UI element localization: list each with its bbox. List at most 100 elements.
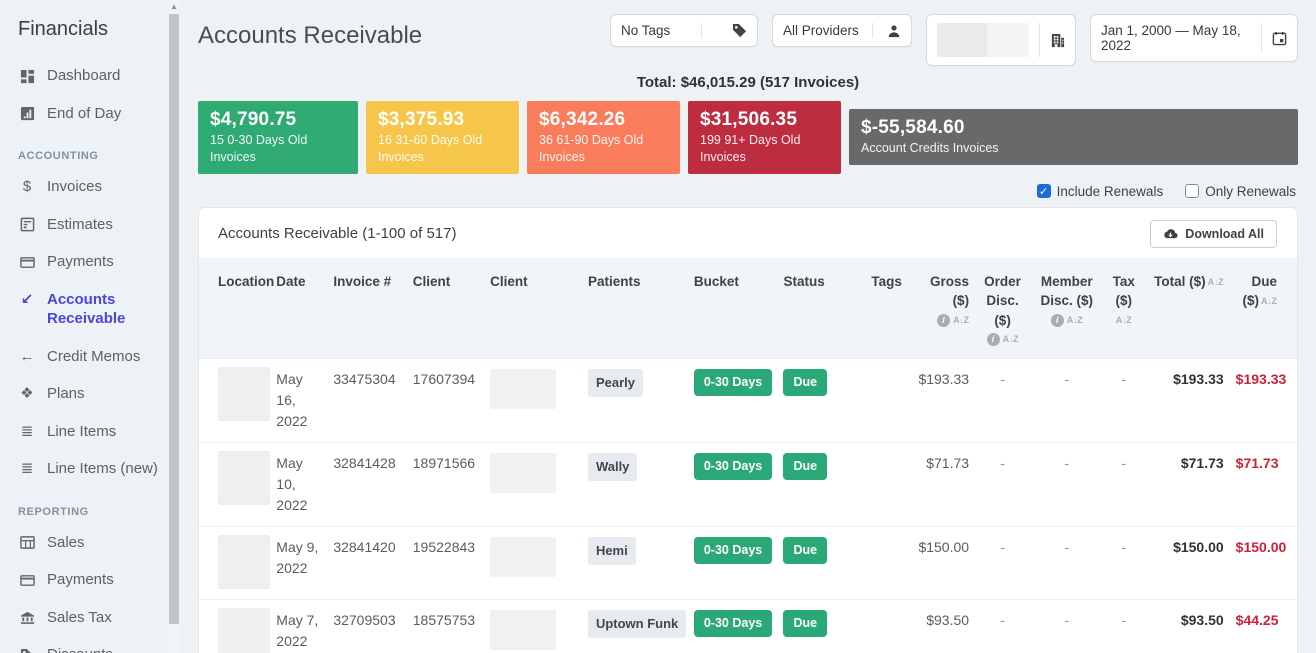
divider xyxy=(1039,23,1040,57)
sidebar-item-label: End of Day xyxy=(47,104,121,124)
table-row[interactable]: May 16, 2022 33475304 17607394 Pearly 0-… xyxy=(199,359,1297,443)
card-amount: $31,506.35 xyxy=(700,109,829,131)
redacted-location-cell xyxy=(218,451,270,505)
client-id-cell[interactable]: 19522843 xyxy=(407,527,484,600)
invoice-cell[interactable]: 32709503 xyxy=(327,600,406,653)
sidebar-section-accounting: ACCOUNTING xyxy=(18,150,168,162)
bucket-badge: 0-30 Days xyxy=(694,610,772,637)
col-client-id[interactable]: Client xyxy=(407,258,484,359)
bank-icon xyxy=(18,609,36,627)
col-location[interactable]: Location xyxy=(199,258,270,359)
sidebar-item-dashboard[interactable]: Dashboard xyxy=(16,57,168,95)
location-filter[interactable] xyxy=(926,14,1076,66)
sidebar-item-label: Sales Tax xyxy=(47,608,112,628)
credit-card-icon xyxy=(18,571,36,589)
total-cell: $93.50 xyxy=(1144,600,1230,653)
sidebar-item-sales[interactable]: Sales xyxy=(16,524,168,562)
sort-az-icon[interactable]: A↓Z xyxy=(1116,314,1132,327)
table-row[interactable]: May 7, 2022 32709503 18575753 Uptown Fun… xyxy=(199,600,1297,653)
col-invoice[interactable]: Invoice # xyxy=(327,258,406,359)
member-disc-cell: - xyxy=(1030,527,1103,600)
info-icon[interactable]: i xyxy=(1051,314,1064,327)
sidebar-item-line-items-new[interactable]: ≣ Line Items (new) xyxy=(16,450,168,488)
tags-filter[interactable]: No Tags xyxy=(610,14,758,47)
col-gross[interactable]: Gross ($) iA↓Z xyxy=(908,258,975,359)
sidebar-item-sales-tax[interactable]: Sales Tax xyxy=(16,599,168,637)
tags-cell xyxy=(863,359,908,443)
sidebar-item-end-of-day[interactable]: End of Day xyxy=(16,95,168,133)
sidebar-item-invoices[interactable]: $ Invoices xyxy=(16,168,168,206)
patient-pill[interactable]: Wally xyxy=(588,453,637,481)
col-tax[interactable]: Tax ($) A↓Z xyxy=(1103,258,1144,359)
sidebar-item-accounts-receivable[interactable]: ↙ Accounts Receivable xyxy=(16,281,168,338)
sidebar-item-estimates[interactable]: Estimates xyxy=(16,206,168,244)
patient-pill[interactable]: Hemi xyxy=(588,537,636,565)
member-disc-cell: - xyxy=(1030,359,1103,443)
table-row[interactable]: May 10, 2022 32841428 18971566 Wally 0-3… xyxy=(199,443,1297,527)
scrollbar-thumb[interactable] xyxy=(169,14,179,624)
sort-az-icon[interactable]: A↓Z xyxy=(1261,295,1277,308)
aging-card-91-plus[interactable]: $31,506.35 199 91+ Days Old Invoices xyxy=(688,101,841,174)
client-id-cell[interactable]: 18575753 xyxy=(407,600,484,653)
sidebar-item-credit-memos[interactable]: ← Credit Memos xyxy=(16,338,168,376)
date-cell: May 16, 2022 xyxy=(270,359,327,443)
redacted-location-value xyxy=(937,23,1029,57)
client-id-cell[interactable]: 17607394 xyxy=(407,359,484,443)
table-row[interactable]: May 9, 2022 32841420 19522843 Hemi 0-30 … xyxy=(199,527,1297,600)
sort-az-icon[interactable]: A↓Z xyxy=(1067,314,1083,327)
include-renewals-checkbox[interactable]: ✓ Include Renewals xyxy=(1037,184,1164,199)
checkbox-checked-icon[interactable]: ✓ xyxy=(1037,184,1051,198)
tags-cell xyxy=(863,527,908,600)
col-tags[interactable]: Tags xyxy=(863,258,908,359)
sidebar-item-payments-report[interactable]: Payments xyxy=(16,561,168,599)
redacted-location-cell xyxy=(218,367,270,421)
sidebar-item-plans[interactable]: ❖ Plans xyxy=(16,375,168,413)
col-status[interactable]: Status xyxy=(777,258,863,359)
col-member-disc[interactable]: Member Disc. ($) iA↓Z xyxy=(1030,258,1103,359)
col-order-disc[interactable]: Order Disc. ($) iA↓Z xyxy=(975,258,1030,359)
info-icon[interactable]: i xyxy=(937,314,950,327)
accounts-receivable-table-card: Accounts Receivable (1-100 of 517) Downl… xyxy=(198,207,1298,653)
col-bucket[interactable]: Bucket xyxy=(688,258,778,359)
invoice-cell[interactable]: 33475304 xyxy=(327,359,406,443)
aging-card-61-90[interactable]: $6,342.26 36 61-90 Days Old Invoices xyxy=(527,101,680,174)
col-patients[interactable]: Patients xyxy=(582,258,688,359)
info-icon[interactable]: i xyxy=(987,333,1000,346)
sidebar-item-discounts[interactable]: Discounts xyxy=(16,636,168,653)
bucket-badge: 0-30 Days xyxy=(694,537,772,564)
building-icon xyxy=(1050,33,1065,48)
sort-az-icon[interactable]: A↓Z xyxy=(953,314,969,327)
arrow-down-left-icon: ↙ xyxy=(18,291,36,309)
sort-az-icon[interactable]: A↓Z xyxy=(1003,333,1019,346)
col-client-name[interactable]: Client xyxy=(484,258,582,359)
aging-card-0-30[interactable]: $4,790.75 15 0-30 Days Old Invoices xyxy=(198,101,358,174)
download-all-label: Download All xyxy=(1185,227,1264,241)
sort-az-icon[interactable]: A↓Z xyxy=(1208,276,1224,289)
divider xyxy=(872,23,873,38)
invoice-cell[interactable]: 32841420 xyxy=(327,527,406,600)
client-id-cell[interactable]: 18971566 xyxy=(407,443,484,527)
list-icon: ≣ xyxy=(18,460,36,478)
sidebar-scrollbar[interactable]: ▲ xyxy=(168,0,180,653)
status-badge: Due xyxy=(783,610,827,637)
sidebar-item-label: Sales xyxy=(47,533,85,553)
patient-pill[interactable]: Pearly xyxy=(588,369,643,397)
col-total[interactable]: Total ($)A↓Z xyxy=(1144,258,1230,359)
scrollbar-up-arrow-icon[interactable]: ▲ xyxy=(168,2,180,11)
divider xyxy=(1261,23,1262,53)
col-date[interactable]: Date xyxy=(270,258,327,359)
sidebar-item-payments[interactable]: Payments xyxy=(16,243,168,281)
checkbox-unchecked-icon[interactable] xyxy=(1185,184,1199,198)
col-due[interactable]: Due ($)A↓Z xyxy=(1230,258,1297,359)
aging-card-31-60[interactable]: $3,375.93 16 31-60 Days Old Invoices xyxy=(366,101,519,174)
aging-card-credits[interactable]: $-55,584.60 Account Credits Invoices xyxy=(849,109,1298,165)
tags-filter-value: No Tags xyxy=(621,23,670,38)
download-all-button[interactable]: Download All xyxy=(1150,220,1277,248)
card-amount: $6,342.26 xyxy=(539,109,668,131)
only-renewals-checkbox[interactable]: Only Renewals xyxy=(1185,184,1296,199)
providers-filter[interactable]: All Providers xyxy=(772,14,912,47)
sidebar-item-line-items[interactable]: ≣ Line Items xyxy=(16,413,168,451)
invoice-cell[interactable]: 32841428 xyxy=(327,443,406,527)
date-range-filter[interactable]: Jan 1, 2000 — May 18, 2022 xyxy=(1090,14,1298,62)
patient-pill[interactable]: Uptown Funk xyxy=(588,610,686,638)
